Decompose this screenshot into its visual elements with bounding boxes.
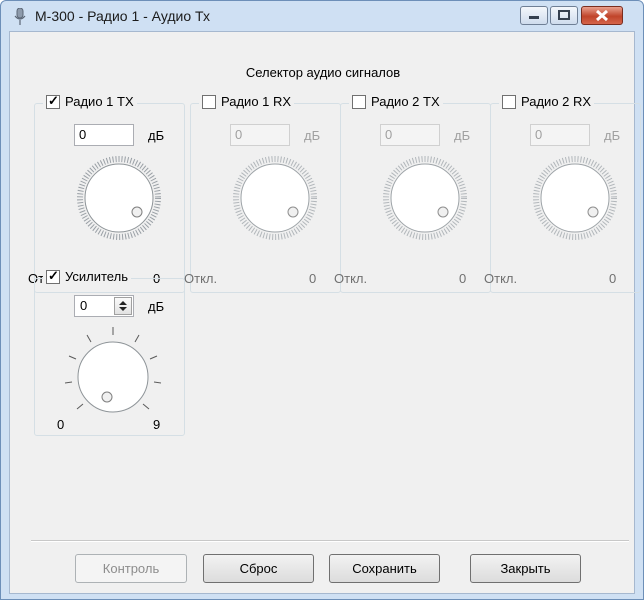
channel-group-radio1-tx: ✓ Радио 1 TX 0 дБ Откл. 0 xyxy=(28,93,185,293)
channel-label: Радио 1 RX xyxy=(221,94,292,109)
unit-label: дБ xyxy=(148,128,165,143)
channel-label: Радио 2 TX xyxy=(371,94,440,109)
gain-knob[interactable] xyxy=(525,148,625,248)
amplifier-gain-value: 0 xyxy=(80,298,88,313)
channel-checkbox[interactable] xyxy=(202,94,216,109)
amplifier-max-label: 9 xyxy=(153,417,161,432)
title-bar[interactable]: М-300 - Радио 1 - Аудио Тх xyxy=(1,1,643,31)
max-label: 0 xyxy=(609,271,617,286)
min-label: Откл. xyxy=(334,271,368,286)
amplifier-checkbox[interactable]: ✓ xyxy=(46,268,60,284)
channel-group-radio1-rx: Радио 1 RX 0 дБ Откл. 0 xyxy=(184,94,341,293)
close-button[interactable]: Закрыть xyxy=(470,554,581,583)
amplifier-knob[interactable] xyxy=(57,321,167,431)
min-label: Откл. xyxy=(484,271,518,286)
min-label: Откл. xyxy=(184,271,218,286)
selector-title: Селектор аудио сигналов xyxy=(245,65,401,80)
max-label: 0 xyxy=(309,271,317,286)
knob-svg xyxy=(533,156,617,240)
channel-checkbox[interactable]: ✓ xyxy=(46,93,60,109)
amplifier-group: ✓ Усилитель 0 дБ 0 9 xyxy=(34,268,185,436)
minimize-button[interactable] xyxy=(520,6,548,25)
knob-svg xyxy=(64,327,162,413)
close-window-button[interactable] xyxy=(581,6,623,25)
gain-input[interactable]: 0 xyxy=(380,124,440,146)
knob-svg xyxy=(383,156,467,240)
gain-input[interactable]: 0 xyxy=(230,124,290,146)
knob-svg xyxy=(77,156,161,240)
save-button[interactable]: Сохранить xyxy=(329,554,440,583)
channel-group-radio2-rx: Радио 2 RX 0 дБ Откл. 0 xyxy=(484,94,641,293)
gain-input[interactable]: 0 xyxy=(74,124,134,146)
gain-knob[interactable] xyxy=(69,148,169,248)
gain-knob[interactable] xyxy=(375,148,475,248)
amplifier-unit-label: дБ xyxy=(148,299,165,314)
microphone-icon xyxy=(13,7,27,26)
control-button[interactable]: Контроль xyxy=(75,554,187,583)
amplifier-label: Усилитель xyxy=(65,269,128,284)
unit-label: дБ xyxy=(304,128,321,143)
max-label: 0 xyxy=(459,271,467,286)
channel-checkbox[interactable] xyxy=(352,94,366,109)
channel-label: Радио 1 TX xyxy=(65,94,134,109)
unit-label: дБ xyxy=(604,128,621,143)
spinner-arrows-icon[interactable] xyxy=(114,297,132,315)
button-separator xyxy=(31,540,629,542)
dialog-window: М-300 - Радио 1 - Аудио Тх Селектор ауди… xyxy=(0,0,644,600)
reset-button[interactable]: Сброс xyxy=(203,554,314,583)
amplifier-gain-spinner[interactable]: 0 xyxy=(74,295,134,317)
channel-group-radio2-tx: Радио 2 TX 0 дБ Откл. 0 xyxy=(334,94,491,293)
gain-input[interactable]: 0 xyxy=(530,124,590,146)
gain-knob[interactable] xyxy=(225,148,325,248)
channel-checkbox[interactable] xyxy=(502,94,516,109)
dialog-body: Селектор аудио сигналов ✓ Радио 1 TX 0 д… xyxy=(9,31,641,594)
unit-label: дБ xyxy=(454,128,471,143)
channel-label: Радио 2 RX xyxy=(521,94,592,109)
knob-svg xyxy=(233,156,317,240)
window-title: М-300 - Радио 1 - Аудио Тх xyxy=(35,8,210,24)
maximize-button[interactable] xyxy=(550,6,578,25)
amplifier-min-label: 0 xyxy=(57,417,65,432)
